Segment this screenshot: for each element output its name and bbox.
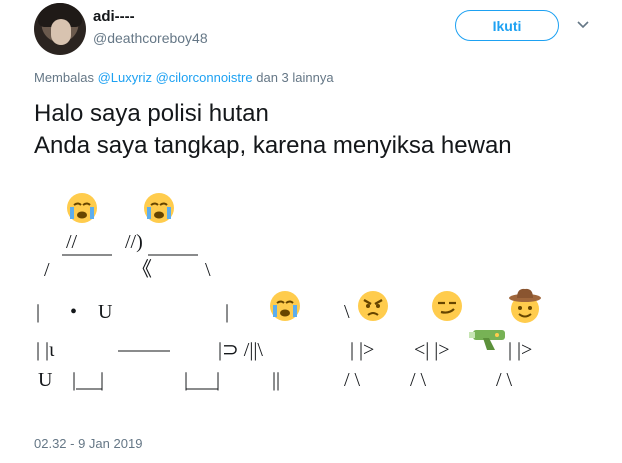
art-text: | |ι [36, 339, 55, 361]
art-text: 《 [132, 259, 152, 281]
author-handle[interactable]: @deathcoreboy48 [93, 30, 208, 46]
art-line [118, 350, 170, 352]
avatar-face [51, 19, 71, 45]
tweet-line: Halo saya polisi hutan [34, 100, 269, 127]
art-text: U [98, 301, 113, 323]
author-display-name[interactable]: adi---- [93, 8, 135, 25]
art-line [76, 388, 218, 390]
art-text: / [44, 259, 50, 281]
art-text: //) [125, 231, 143, 253]
art-text: <| |> [414, 339, 450, 361]
art-text: \ [205, 259, 211, 281]
smirking-face-emoji [432, 291, 462, 321]
art-text: | |> [350, 339, 375, 361]
art-line [62, 254, 198, 256]
water-pistol-emoji [469, 330, 505, 350]
art-text: // [66, 231, 78, 253]
crying-face-emoji [67, 193, 97, 223]
art-text: / \ [496, 369, 513, 391]
follow-button[interactable]: Ikuti [455, 10, 559, 41]
art-text: • [70, 301, 78, 323]
ascii-art: // //) / 《 \ | • U | \ | |ι |⊃ /||\ | |>… [0, 180, 622, 420]
art-text: U [38, 369, 53, 391]
angry-face-emoji [358, 291, 388, 321]
crying-face-emoji [144, 193, 174, 223]
mention-link[interactable]: @cilorconnoistre [156, 70, 253, 85]
art-text: / \ [344, 369, 361, 391]
art-text: \ [344, 301, 350, 323]
art-text: / \ [410, 369, 427, 391]
art-text: | [225, 301, 230, 323]
mention-link[interactable]: @Luxyriz [98, 70, 152, 85]
chevron-down-icon[interactable] [577, 18, 589, 30]
art-text: | |> [508, 339, 533, 361]
tweet-line: Anda saya tangkap, karena menyiksa hewan [34, 132, 512, 159]
reply-prefix: Membalas [34, 70, 94, 85]
tweet-timestamp[interactable]: 02.32 - 9 Jan 2019 [34, 436, 142, 451]
avatar[interactable] [34, 3, 86, 55]
cowboy-face-emoji [509, 288, 541, 323]
reply-suffix: dan 3 lainnya [256, 70, 334, 85]
reply-context: Membalas @Luxyriz @cilorconnoistre dan 3… [34, 70, 334, 85]
art-text: || [272, 369, 281, 391]
tweet-text: Halo saya polisi hutan Anda saya tangkap… [34, 98, 512, 162]
art-text: | [36, 301, 41, 323]
art-text: |⊃ /||\ [218, 339, 263, 361]
crying-face-emoji [270, 291, 300, 321]
